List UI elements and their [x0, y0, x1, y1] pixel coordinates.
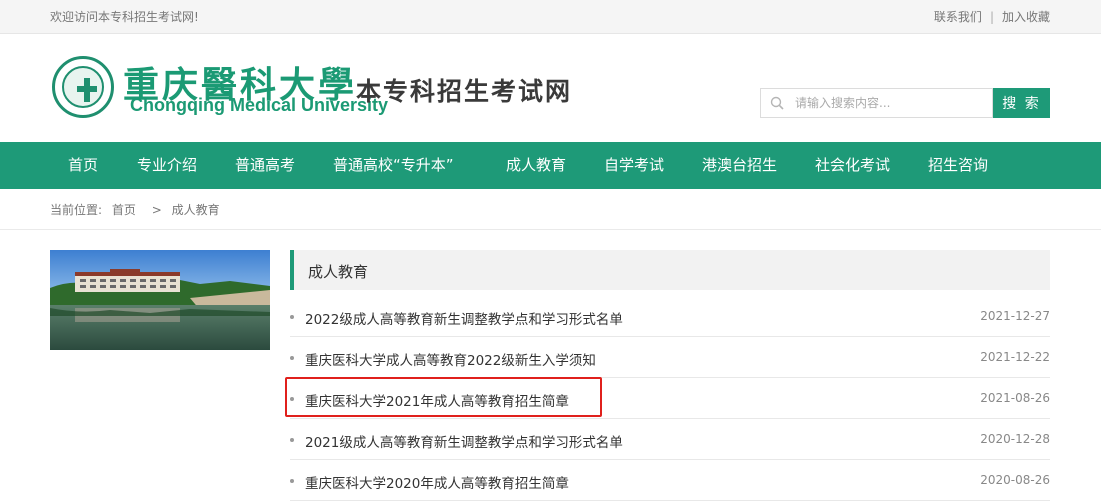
bullet-dot-icon	[290, 438, 294, 442]
nav-item-consult[interactable]: 招生咨询	[928, 142, 988, 189]
breadcrumb-prefix: 当前位置:	[50, 203, 103, 217]
welcome-text: 欢迎访问本专科招生考试网!	[50, 10, 199, 24]
top-utility-bar: 欢迎访问本专科招生考试网! 联系我们 | 加入收藏	[0, 0, 1101, 34]
top-links-separator: |	[989, 10, 994, 24]
news-item[interactable]: 2022级成人高等教育新生调整教学点和学习形式名单 2021-12-27	[290, 296, 1050, 337]
news-item[interactable]: 重庆医科大学成人高等教育2022级新生入学须知 2021-12-22	[290, 337, 1050, 378]
bullet-dot-icon	[290, 315, 294, 319]
breadcrumb-home[interactable]: 首页	[112, 203, 136, 217]
news-item[interactable]: 2021级成人高等教育新生调整教学点和学习形式名单 2020-12-28	[290, 419, 1050, 460]
nav-item-self-study-exam[interactable]: 自学考试	[604, 142, 664, 189]
search-box	[760, 88, 993, 118]
nav-item-social-exam[interactable]: 社会化考试	[815, 142, 890, 189]
news-title[interactable]: 2021级成人高等教育新生调整教学点和学习形式名单	[305, 431, 623, 451]
contact-us-link[interactable]: 联系我们	[934, 10, 982, 24]
bullet-dot-icon	[290, 479, 294, 483]
news-list: 2022级成人高等教育新生调整教学点和学习形式名单 2021-12-27 重庆医…	[290, 296, 1050, 501]
news-item[interactable]: 重庆医科大学2021年成人高等教育招生简章 2021-08-26	[290, 378, 1050, 419]
news-title[interactable]: 重庆医科大学2021年成人高等教育招生简章	[305, 390, 569, 410]
news-date: 2020-12-28	[980, 432, 1050, 446]
top-links: 联系我们 | 加入收藏	[934, 8, 1050, 25]
site-header: 重庆醫科大學 Chongqing Medical University 本专科招…	[0, 34, 1101, 142]
news-date: 2021-08-26	[980, 391, 1050, 405]
section-header: 成人教育	[290, 250, 1050, 290]
breadcrumb-current: 成人教育	[171, 203, 220, 217]
news-title[interactable]: 重庆医科大学2020年成人高等教育招生简章	[305, 472, 569, 492]
bullet-dot-icon	[290, 397, 294, 401]
bullet-dot-icon	[290, 356, 294, 360]
news-item[interactable]: 重庆医科大学2020年成人高等教育招生简章 2020-08-26	[290, 460, 1050, 501]
add-bookmark-link[interactable]: 加入收藏	[1002, 10, 1050, 24]
search-button[interactable]: 搜 索	[993, 88, 1050, 118]
nav-item-hmt-admission[interactable]: 港澳台招生	[702, 142, 777, 189]
news-date: 2021-12-27	[980, 309, 1050, 323]
nav-item-adult-education[interactable]: 成人教育	[506, 142, 566, 189]
news-title[interactable]: 重庆医科大学成人高等教育2022级新生入学须知	[305, 349, 596, 369]
campus-photo	[50, 250, 270, 350]
search-icon	[770, 96, 784, 110]
school-name-en[interactable]: Chongqing Medical University	[130, 95, 388, 116]
breadcrumb: 当前位置: 首页 > 成人教育	[0, 189, 1101, 230]
seal-cross-horizontal	[77, 86, 97, 92]
breadcrumb-inner: 当前位置: 首页 > 成人教育	[50, 201, 226, 218]
breadcrumb-separator: >	[151, 203, 162, 217]
nav-item-upgrade[interactable]: 普通高校“专升本”	[333, 142, 454, 189]
nav-item-gaokao[interactable]: 普通高考	[235, 142, 295, 189]
seal-inner-ring	[62, 66, 104, 108]
search-input[interactable]	[795, 89, 990, 117]
news-title[interactable]: 2022级成人高等教育新生调整教学点和学习形式名单	[305, 308, 623, 328]
site-name: 本专科招生考试网	[356, 77, 573, 106]
news-date: 2020-08-26	[980, 473, 1050, 487]
main-nav: 首页 专业介绍 普通高考 普通高校“专升本” 成人教育 自学考试 港澳台招生 社…	[0, 142, 1101, 189]
nav-item-majors[interactable]: 专业介绍	[137, 142, 197, 189]
section-title: 成人教育	[308, 263, 369, 281]
university-seal-icon[interactable]	[52, 56, 114, 118]
nav-item-home[interactable]: 首页	[68, 142, 98, 189]
news-date: 2021-12-22	[980, 350, 1050, 364]
